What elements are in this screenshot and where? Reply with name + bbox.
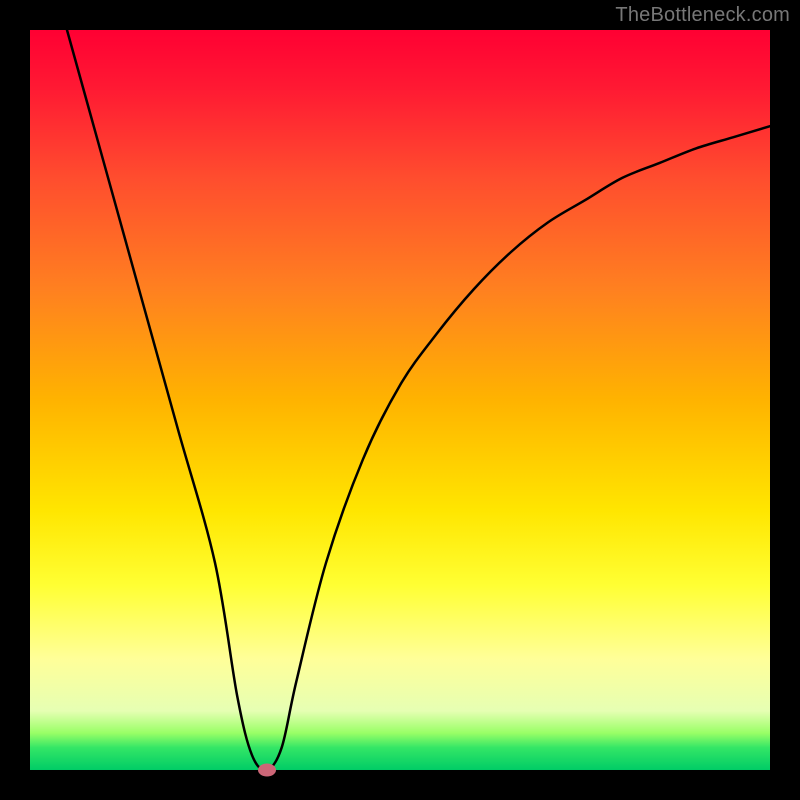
chart-frame: TheBottleneck.com [0,0,800,800]
curve-svg [30,30,770,770]
bottleneck-curve-path [67,30,770,770]
minimum-marker [258,764,276,777]
watermark-text: TheBottleneck.com [615,4,790,27]
plot-area [30,30,770,770]
